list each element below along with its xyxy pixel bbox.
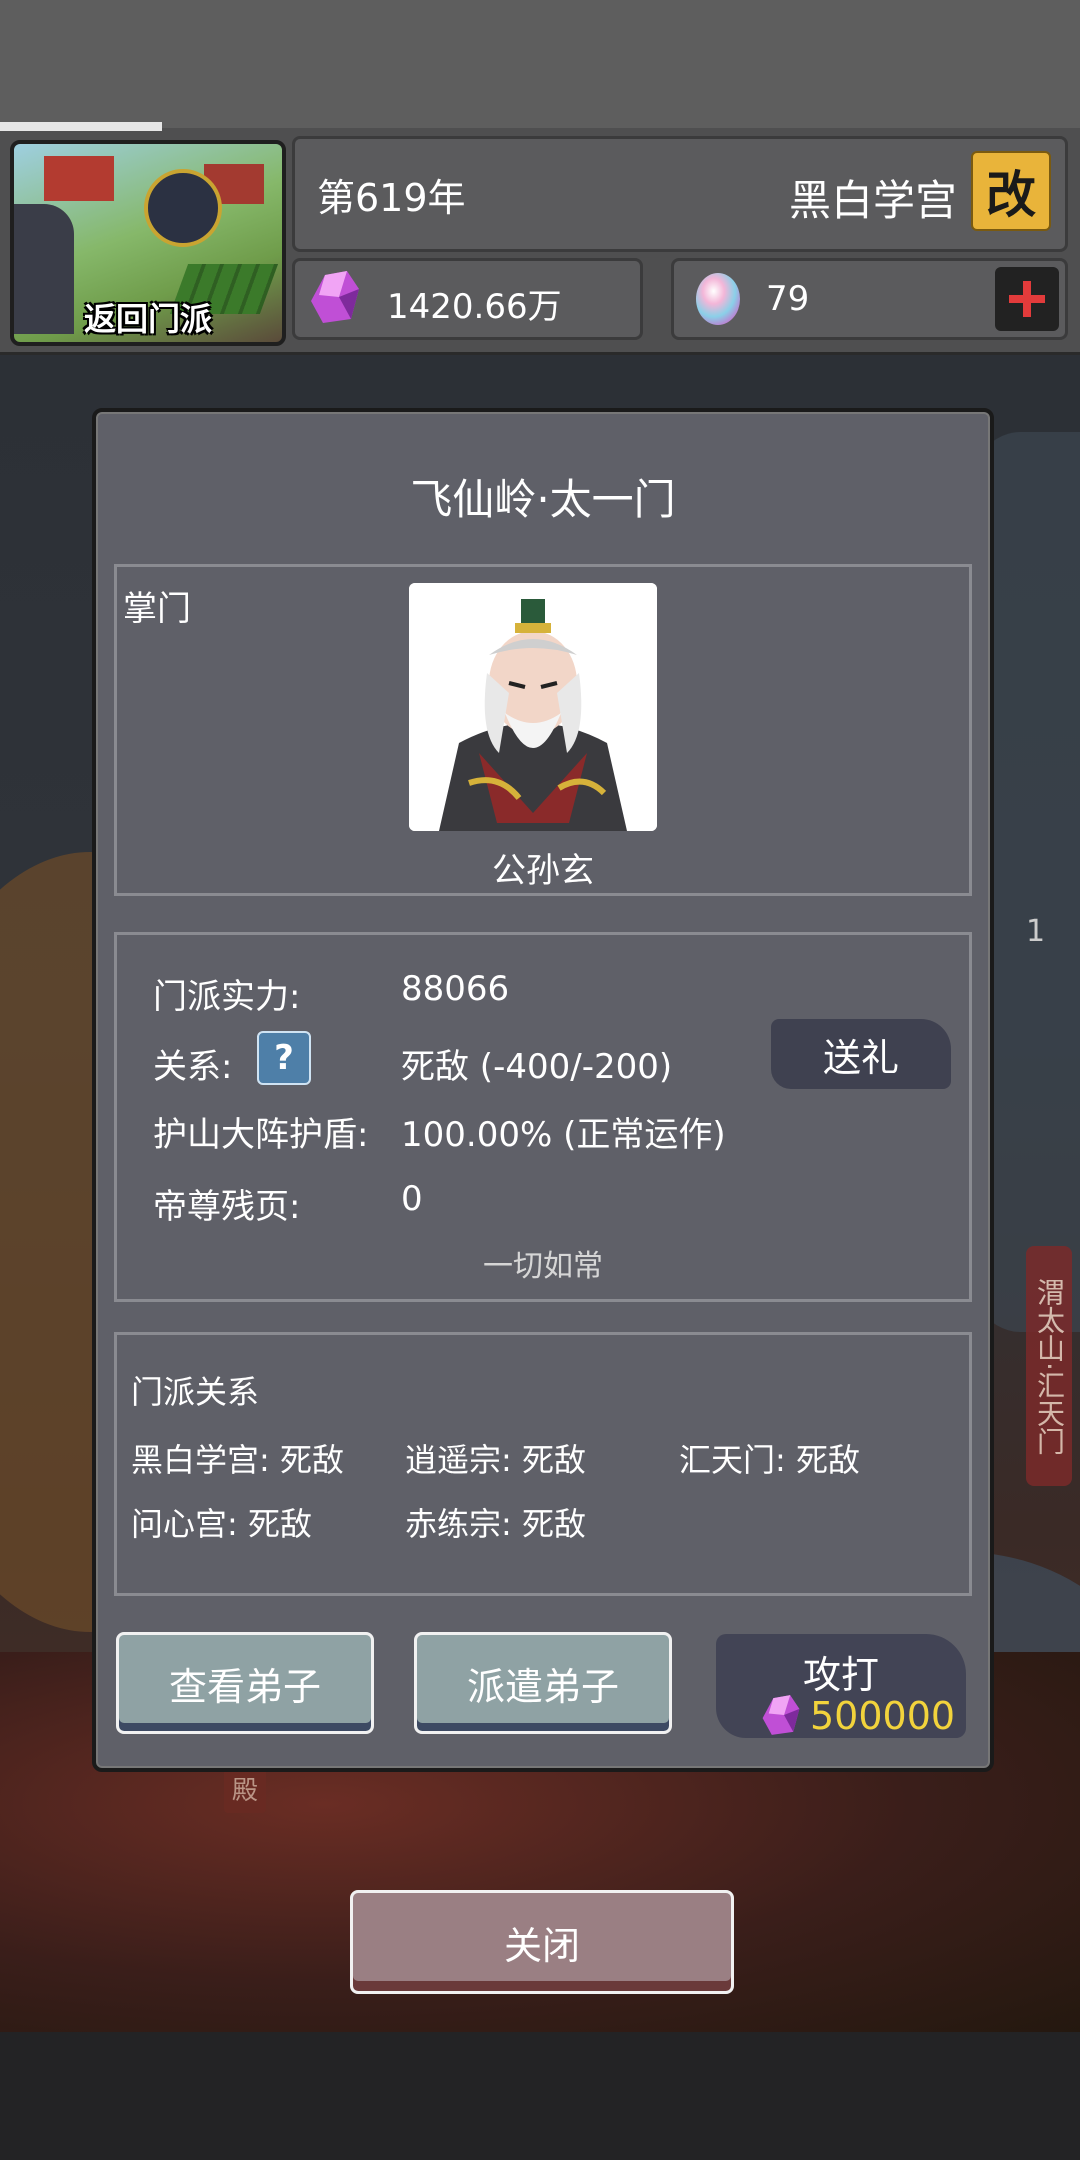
pages-label: 帝尊残页: bbox=[153, 1187, 301, 1227]
gem-egg-icon bbox=[696, 273, 740, 325]
status-note: 一切如常 bbox=[483, 1249, 603, 1284]
sect-relations-section: 门派关系 黑白学宫: 死敌 逍遥宗: 死敌 汇天门: 死敌 问心宫: 死敌 赤练… bbox=[114, 1332, 972, 1596]
relation-item: 黑白学宫: 死敌 bbox=[131, 1441, 344, 1479]
relation-item: 赤练宗: 死敌 bbox=[405, 1505, 586, 1543]
bottom-bar bbox=[0, 2032, 1080, 2160]
spirit-stone-icon bbox=[311, 271, 359, 323]
return-to-sect-label: 返回门派 bbox=[83, 300, 212, 338]
dialog-title: 飞仙岭·太一门 bbox=[410, 475, 676, 524]
sect-name: 黑白学宫 bbox=[788, 176, 957, 225]
header-progress-line bbox=[0, 122, 162, 131]
status-bar bbox=[0, 0, 1080, 128]
relation-label: 关系: bbox=[153, 1047, 233, 1087]
gem-counter: 79 bbox=[671, 258, 1068, 340]
relation-value: 死敌 (-400/-200) bbox=[401, 1047, 673, 1087]
sect-stats-section: 门派实力: 88066 关系: ? 死敌 (-400/-200) 送礼 护山大阵… bbox=[114, 932, 972, 1302]
spirit-stone-amount: 1420.66万 bbox=[387, 287, 562, 327]
send-gift-button[interactable]: 送礼 bbox=[771, 1019, 951, 1089]
elder-portrait-image bbox=[409, 583, 657, 831]
relation-item: 逍遥宗: 死敌 bbox=[405, 1441, 586, 1479]
rename-button[interactable]: 改 bbox=[971, 151, 1051, 231]
power-label: 门派实力: bbox=[153, 977, 301, 1017]
add-gems-button[interactable] bbox=[995, 267, 1059, 331]
attack-cost: 500000 bbox=[810, 1694, 956, 1738]
side-count: 1 bbox=[1026, 914, 1046, 949]
relation-item: 问心宫: 死敌 bbox=[131, 1505, 312, 1543]
relations-title: 门派关系 bbox=[131, 1373, 260, 1411]
relation-item: 汇天门: 死敌 bbox=[679, 1441, 860, 1479]
year-sect-panel: 第619年 黑白学宫 改 bbox=[292, 136, 1068, 252]
power-value: 88066 bbox=[401, 969, 510, 1009]
view-disciples-button[interactable]: 查看弟子 bbox=[116, 1632, 374, 1734]
sect-info-dialog: 飞仙岭·太一门 掌门 公孙玄 门派实力: 88066 关系: ? 死敌 (-40… bbox=[92, 408, 994, 1772]
return-to-sect-button[interactable]: 返回门派 bbox=[10, 140, 286, 346]
attack-button[interactable]: 攻打 500000 bbox=[716, 1634, 966, 1738]
shield-value: 100.00% (正常运作) bbox=[401, 1115, 726, 1155]
year-text: 第619年 bbox=[317, 176, 466, 220]
dispatch-disciples-button[interactable]: 派遣弟子 bbox=[414, 1632, 672, 1734]
leader-section: 掌门 公孙玄 bbox=[114, 564, 972, 896]
side-sect-tag[interactable]: 渭太山·汇天门 bbox=[1026, 1246, 1072, 1486]
leader-label: 掌门 bbox=[123, 589, 191, 629]
leader-name: 公孙玄 bbox=[492, 851, 594, 891]
close-button[interactable]: 关闭 bbox=[350, 1890, 734, 1994]
sect-gate-icon bbox=[144, 169, 222, 247]
attack-label: 攻打 bbox=[802, 1653, 879, 1697]
spirit-stone-icon bbox=[762, 1695, 800, 1735]
spirit-stone-counter: 1420.66万 bbox=[292, 258, 643, 340]
hut-decoration bbox=[44, 156, 114, 201]
plus-icon bbox=[1009, 281, 1045, 317]
help-icon[interactable]: ? bbox=[257, 1031, 311, 1085]
pages-value: 0 bbox=[401, 1179, 423, 1219]
gem-amount: 79 bbox=[766, 279, 810, 319]
leader-portrait[interactable] bbox=[409, 583, 657, 831]
shield-label: 护山大阵护盾: bbox=[153, 1115, 369, 1155]
